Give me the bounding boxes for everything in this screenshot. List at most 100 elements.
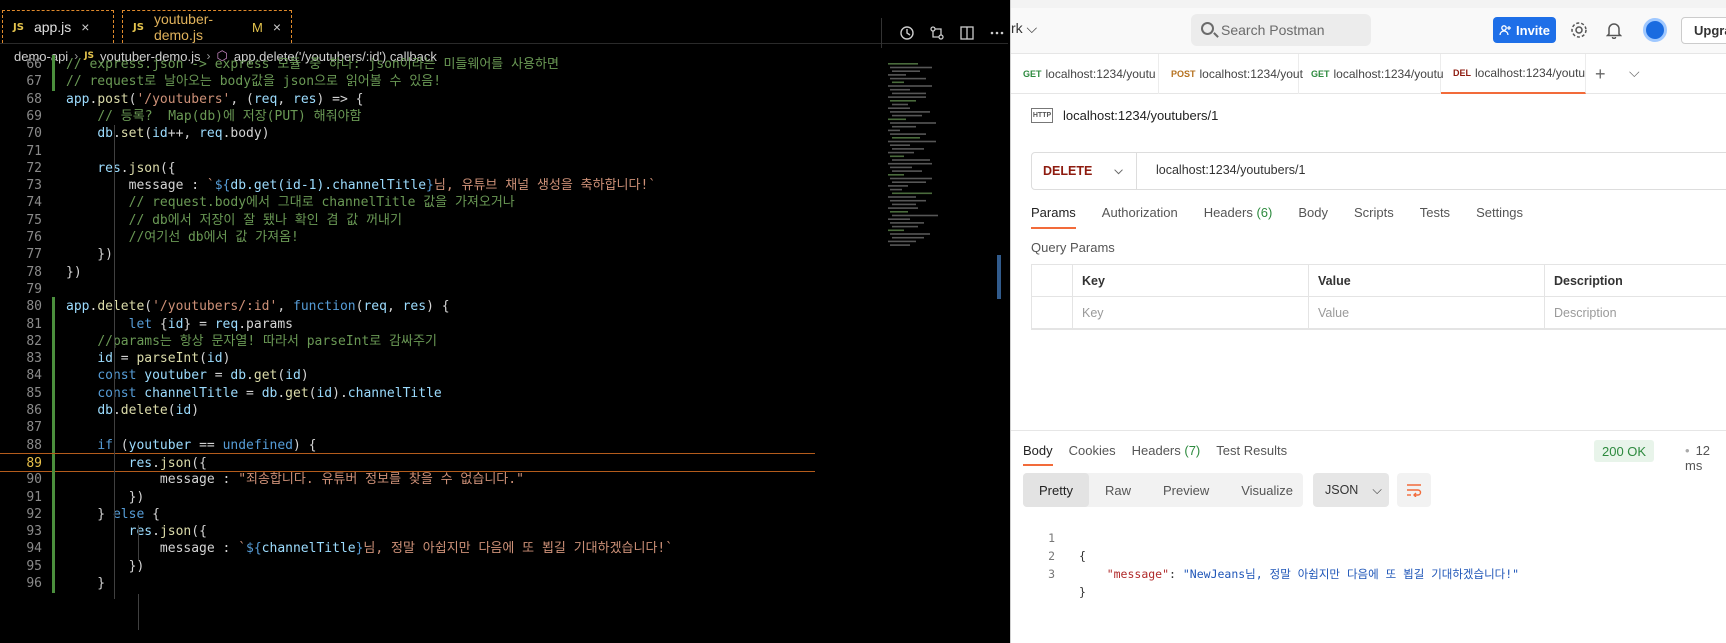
code-line[interactable]: 93 res.json({ [0, 522, 880, 542]
more-icon[interactable] [986, 22, 1008, 44]
code-line[interactable]: 77 }) [0, 245, 880, 264]
code-line[interactable]: 83 id = parseInt(id) [0, 349, 880, 369]
code-line[interactable]: 66 // express.json -> express 모듈 중 하나: js… [0, 55, 880, 74]
line-number: 82 [26, 333, 42, 349]
request-name[interactable]: localhost:1234/youtubers/1 [1063, 108, 1218, 123]
code-line[interactable]: 88 if (youtuber == undefined) { [0, 435, 880, 455]
minimap-line [890, 166, 912, 169]
tab-preview[interactable]: Preview [1147, 473, 1225, 507]
tab-tests[interactable]: Tests [1420, 205, 1450, 229]
tab-test-results[interactable]: Test Results [1216, 443, 1287, 466]
code-line[interactable]: 82 //params는 항상 문자열! 따라서 parseInt로 감싸주기 [0, 331, 880, 351]
request-tab[interactable]: GET localhost:1234/youtu [1299, 54, 1444, 94]
tab-params[interactable]: Params [1031, 205, 1076, 229]
code-editor[interactable]: 66 // express.json -> express 모듈 중 하나: js… [0, 55, 880, 643]
upgrade-button[interactable]: Upgra [1681, 17, 1726, 44]
tab-app-js[interactable]: JS app.js × [2, 10, 114, 43]
code-line[interactable]: 69 // 등록? Map(db)에 저장(PUT) 해줘야함 [0, 107, 880, 126]
code-line[interactable]: 81 let {id} = req.params [0, 314, 880, 334]
git-gutter-marker [52, 487, 55, 507]
chevron-down-icon[interactable]: ⌵ [1629, 64, 1640, 81]
request-tab[interactable]: GET localhost:1234/youtu [1011, 54, 1159, 94]
tab-cookies[interactable]: Cookies [1069, 443, 1116, 466]
request-tab-active[interactable]: DEL localhost:1234/youtu [1441, 54, 1586, 94]
code-line[interactable]: 72 res.json({ [0, 159, 880, 178]
code-line[interactable]: 91 }) [0, 487, 880, 507]
tab-response-headers[interactable]: Headers (7) [1132, 443, 1201, 466]
tab-visualize[interactable]: Visualize [1225, 473, 1309, 507]
description-input[interactable]: Description [1544, 297, 1726, 329]
git-gutter-marker [52, 418, 55, 438]
code-line[interactable]: 87 [0, 418, 880, 438]
tab-authorization[interactable]: Authorization [1102, 205, 1178, 229]
code-line[interactable]: 67 // request로 날아오는 body값을 json으로 읽어볼 수 있… [0, 72, 880, 92]
avatar[interactable] [1643, 18, 1667, 42]
minimap-line [890, 122, 936, 124]
key-input[interactable]: Key [1072, 297, 1308, 329]
minimap[interactable] [884, 59, 1004, 259]
git-gutter-marker [52, 124, 55, 143]
history-icon[interactable] [896, 22, 918, 44]
response-tabs: Body Cookies Headers (7) Test Results [1023, 443, 1287, 466]
code-line[interactable]: 85 const channelTitle = db.get(id).chann… [0, 383, 880, 403]
response-time[interactable]: • 12 ms [1685, 443, 1726, 473]
code-line[interactable]: 75 // db에서 저장이 잘 됐나 확인 겸 값 꺼내기 [0, 211, 880, 230]
code-line[interactable]: 70 db.set(id++, req.body) [0, 124, 880, 143]
code-line[interactable]: 80 app.delete('/youtubers/:id', function(… [0, 297, 880, 317]
method-select[interactable]: DELETE ⌵ [1032, 153, 1137, 189]
new-tab-icon[interactable]: + [1595, 64, 1606, 85]
scrollbar-thumb[interactable] [997, 255, 1001, 299]
code-line[interactable]: 74 // request.body에서 그대로 channelTitle 값을… [0, 193, 880, 212]
request-tab[interactable]: POST localhost:1234/yout [1159, 54, 1303, 94]
minimap-line [890, 244, 910, 246]
git-gutter-marker [52, 159, 55, 178]
code-line[interactable]: 73 message : `${db.get(id-1).channelTitl… [0, 176, 880, 195]
line-number: 94 [26, 541, 42, 557]
minimap-line [892, 103, 908, 106]
code-line[interactable]: 95 }) [0, 556, 880, 576]
code-line[interactable]: 96 } [0, 574, 880, 593]
tab-youtuber-demo-js[interactable]: JS youtuber-demo.js M × [122, 10, 292, 43]
tab-headers[interactable]: Headers (6) [1204, 205, 1273, 229]
code-line[interactable]: 92 } else { [0, 504, 880, 524]
tab-body[interactable]: Body [1298, 205, 1328, 229]
settings-gear-icon[interactable] [1568, 19, 1590, 41]
url-input[interactable]: localhost:1234/youtubers/1 [1156, 163, 1305, 177]
compare-icon[interactable] [926, 22, 948, 44]
code-line[interactable]: 89 res.json({ [0, 452, 815, 473]
line-number: 72 [26, 160, 42, 176]
tab-scripts[interactable]: Scripts [1354, 205, 1394, 229]
line-number: 92 [26, 506, 42, 522]
code-line[interactable]: 79 [0, 280, 880, 299]
code-line[interactable]: 71 [0, 142, 880, 161]
minimap-line [888, 151, 914, 154]
code-line[interactable]: 90 message : "죄송합니다. 유튜버 정보를 찾을 수 없습니다." [0, 470, 880, 490]
code-line[interactable]: 76 //여기선 db에서 값 가져옴! [0, 228, 880, 247]
split-editor-icon[interactable] [956, 22, 978, 44]
view-mode-tabs: Pretty Raw Preview Visualize [1023, 473, 1303, 507]
search-bar[interactable]: Search Postman [1191, 14, 1371, 46]
code-line[interactable]: 68 app.post('/youtubers', (req, res) => { [0, 90, 880, 109]
close-icon[interactable]: × [81, 19, 89, 35]
close-icon[interactable]: × [273, 19, 281, 35]
code-text: const channelTitle = db.get(id).channelT… [97, 385, 442, 401]
status-badge[interactable]: 200 OK [1594, 440, 1655, 462]
value-input[interactable]: Value [1308, 297, 1544, 329]
code-line[interactable]: 78}) [0, 263, 880, 282]
line-number: 80 [26, 299, 42, 315]
line-number: 3 [1048, 567, 1055, 581]
tab-pretty[interactable]: Pretty [1023, 473, 1089, 507]
tab-url: localhost:1234/yout [1199, 67, 1303, 81]
code-line[interactable]: 86 db.delete(id) [0, 401, 880, 420]
bell-icon[interactable] [1603, 19, 1625, 41]
code-line[interactable]: 84 const youtuber = db.get(id) [0, 366, 880, 386]
json-value: "NewJeans님, 정말 아쉽지만 다음에 또 뵙길 기대하겠습니다!" [1182, 567, 1520, 581]
tab-settings[interactable]: Settings [1476, 205, 1523, 229]
invite-button[interactable]: Invite [1493, 17, 1556, 43]
workspace-selector[interactable]: rk ⌵ [1011, 20, 1037, 37]
format-select[interactable]: JSON ⌵ [1313, 473, 1389, 507]
wrap-lines-icon[interactable] [1397, 473, 1431, 507]
tab-response-body[interactable]: Body [1023, 443, 1053, 466]
tab-raw[interactable]: Raw [1089, 473, 1147, 507]
code-line[interactable]: 94 message : `${channelTitle}님, 정말 아쉽지만 … [0, 539, 880, 559]
